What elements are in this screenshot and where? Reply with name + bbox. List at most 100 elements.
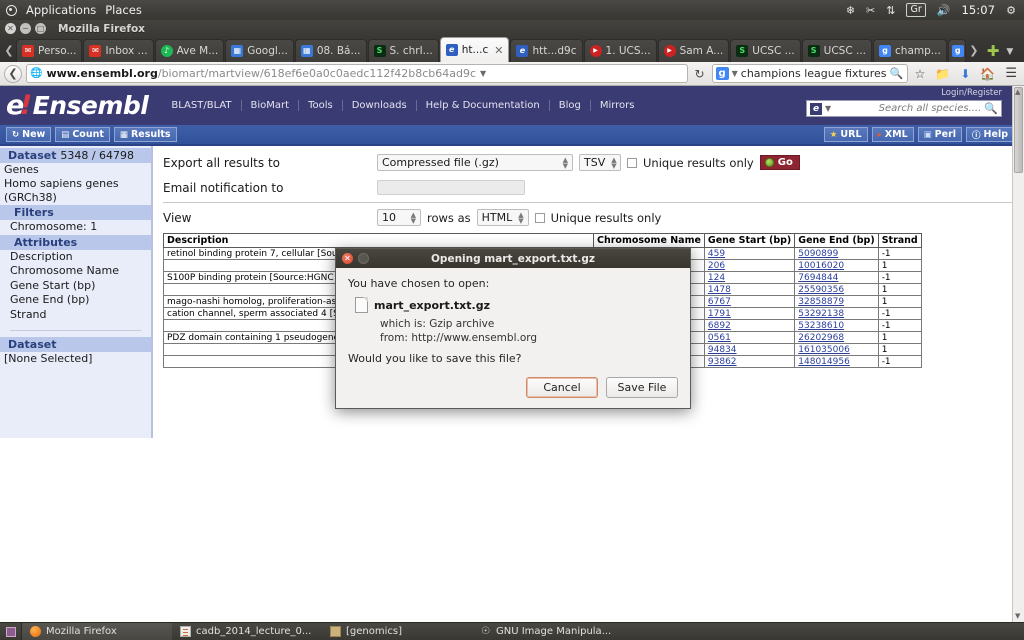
home-icon[interactable]: 🏠: [977, 67, 998, 81]
tab-list-chevron-icon[interactable]: ▼: [1003, 47, 1018, 62]
tab-11[interactable]: S UCSC ...: [801, 39, 873, 62]
ensembl-logo[interactable]: e! Ensembl: [6, 90, 149, 121]
export-filetype-select[interactable]: TSV ▲ ▼: [579, 154, 621, 171]
window-maximize-button[interactable]: □: [35, 23, 46, 34]
sidebar-dataset2-value[interactable]: [None Selected]: [0, 352, 151, 366]
search-bar[interactable]: g ▼ champions league fixtures 🔍: [711, 64, 908, 83]
tab-0[interactable]: ✉ Perso...: [16, 39, 83, 62]
cell-gene-end-link[interactable]: 53238610: [798, 321, 844, 331]
nav-help-documentation[interactable]: Help & Documentation: [417, 100, 550, 111]
cell-gene-start-link[interactable]: 206: [708, 261, 725, 271]
login-register-link[interactable]: Login/Register: [806, 88, 1002, 98]
cell-gene-start-link[interactable]: 1791: [708, 309, 731, 319]
tab-6-active[interactable]: e ht...c ✕: [439, 37, 510, 62]
volume-icon[interactable]: 🔊: [937, 4, 951, 17]
tab-1[interactable]: ✉ Inbox ...: [83, 39, 154, 62]
view-rows-input[interactable]: 10 ▲ ▼: [377, 209, 421, 226]
reload-icon[interactable]: ↻: [692, 67, 708, 81]
sidebar-dataset-name[interactable]: Homo sapiens genes (GRCh38): [0, 177, 151, 205]
tab-9[interactable]: ▶ Sam A...: [657, 39, 730, 62]
window-close-button[interactable]: ✕: [5, 23, 16, 34]
cell-gene-start-link[interactable]: 124: [708, 273, 725, 283]
url-bar[interactable]: 🌐 www.ensembl.org/biomart/martview/618ef…: [26, 64, 688, 83]
tab-7[interactable]: e htt...d9c: [510, 39, 583, 62]
new-tab-button[interactable]: ✚: [981, 42, 1004, 62]
url-button[interactable]: ★ URL: [823, 127, 868, 142]
sidebar-attribute-gene-start[interactable]: Gene Start (bp): [0, 279, 151, 294]
taskbar-item-genomics[interactable]: [genomics]: [322, 623, 472, 640]
results-button[interactable]: ▦ Results: [113, 127, 177, 142]
cell-gene-end-link[interactable]: 25590356: [798, 285, 844, 295]
sidebar-attribute-strand[interactable]: Strand: [0, 308, 151, 323]
cell-gene-end-link[interactable]: 5090899: [798, 249, 838, 259]
nav-downloads[interactable]: Downloads: [343, 100, 417, 111]
tab-2[interactable]: ♪ Ave M...: [154, 39, 225, 62]
export-unique-checkbox[interactable]: [627, 157, 637, 168]
downloads-icon[interactable]: ⬇: [957, 67, 973, 81]
network-updown-icon[interactable]: ⇅: [886, 4, 895, 17]
email-input[interactable]: [377, 180, 525, 195]
cell-gene-end-link[interactable]: 161035006: [798, 345, 850, 355]
species-search-box[interactable]: e ▼ Search all species.... 🔍: [806, 100, 1002, 117]
cell-gene-end-link[interactable]: 7694844: [798, 273, 838, 283]
settings-gear-icon[interactable]: ⚙: [1006, 4, 1016, 17]
col-header-gene-end[interactable]: Gene End (bp): [794, 233, 879, 248]
species-search-input[interactable]: Search all species....: [834, 103, 982, 114]
dialog-close-icon[interactable]: ✕: [342, 253, 353, 264]
scrollbar-thumb[interactable]: [1014, 87, 1023, 173]
tab-5[interactable]: S S. chrI...: [367, 39, 439, 62]
cell-gene-start-link[interactable]: 459: [708, 249, 725, 259]
cell-gene-end-link[interactable]: 10016020: [798, 261, 844, 271]
taskbar-item-gimp[interactable]: ☉ GNU Image Manipula...: [472, 623, 652, 640]
window-minimize-button[interactable]: −: [20, 23, 31, 34]
cell-gene-start-link[interactable]: 6892: [708, 321, 731, 331]
tab-close-icon[interactable]: ✕: [494, 44, 503, 57]
bookmark-star-icon[interactable]: ☆: [912, 67, 929, 81]
nav-blast-blat[interactable]: BLAST/BLAT: [162, 100, 242, 111]
help-button[interactable]: ⓘ Help: [966, 127, 1014, 142]
tab-3[interactable]: ▦ Googl...: [225, 39, 294, 62]
view-unique-checkbox[interactable]: [534, 212, 545, 223]
cell-gene-start-link[interactable]: 94834: [708, 345, 737, 355]
keyboard-layout-icon[interactable]: Gr: [906, 3, 926, 17]
page-scrollbar[interactable]: ▲ ▼: [1012, 86, 1024, 622]
clock[interactable]: 15:07: [961, 3, 995, 17]
tab-4[interactable]: ▦ 08. Bá...: [294, 39, 367, 62]
perl-button[interactable]: ▣ Perl: [917, 127, 963, 142]
library-icon[interactable]: 📁: [932, 67, 953, 81]
count-button[interactable]: ▤ Count: [55, 127, 110, 142]
back-icon[interactable]: ❮: [4, 64, 22, 83]
menu-applications[interactable]: Applications: [26, 3, 96, 17]
engine-dropdown-icon[interactable]: ▼: [732, 69, 738, 78]
cell-gene-start-link[interactable]: 6767: [708, 297, 731, 307]
menu-places[interactable]: Places: [105, 3, 142, 17]
dialog-minimize-icon[interactable]: [358, 253, 369, 264]
cell-gene-end-link[interactable]: 26202968: [798, 333, 844, 343]
dropbox-icon[interactable]: ❄: [846, 4, 855, 17]
tab-13[interactable]: g: [947, 39, 966, 62]
col-header-strand[interactable]: Strand: [877, 233, 922, 248]
sidebar-attribute-chromosome-name[interactable]: Chromosome Name: [0, 264, 151, 279]
tab-12[interactable]: g champ...: [873, 39, 947, 62]
show-desktop-button[interactable]: [0, 622, 22, 640]
nav-blog[interactable]: Blog: [550, 100, 591, 111]
col-header-chromosome[interactable]: Chromosome Name: [593, 233, 705, 248]
tab-scroll-right-icon[interactable]: ❯: [967, 38, 981, 62]
taskbar-item-firefox[interactable]: Mozilla Firefox: [22, 622, 172, 640]
nav-biomart[interactable]: BioMart: [242, 100, 300, 111]
sidebar-attribute-description[interactable]: Description: [0, 250, 151, 265]
col-header-gene-start[interactable]: Gene Start (bp): [703, 233, 796, 248]
scroll-up-icon[interactable]: ▲: [1015, 88, 1020, 96]
nav-tools[interactable]: Tools: [299, 100, 343, 111]
xml-button[interactable]: ▸ XML: [871, 127, 914, 142]
go-button[interactable]: Go: [759, 155, 800, 170]
sidebar-filter-chromosome[interactable]: Chromosome: 1: [0, 220, 151, 235]
scissors-icon[interactable]: ✂: [866, 4, 875, 17]
google-engine-icon[interactable]: g: [715, 67, 729, 80]
species-search-icon[interactable]: 🔍: [984, 102, 998, 115]
save-file-button[interactable]: Save File: [606, 377, 678, 398]
tab-10[interactable]: S UCSC ...: [730, 39, 801, 62]
taskbar-item-document[interactable]: cadb_2014_lecture_0...: [172, 623, 322, 640]
cell-gene-start-link[interactable]: 93862: [708, 357, 737, 367]
tab-scroll-left-icon[interactable]: ❮: [2, 38, 16, 62]
